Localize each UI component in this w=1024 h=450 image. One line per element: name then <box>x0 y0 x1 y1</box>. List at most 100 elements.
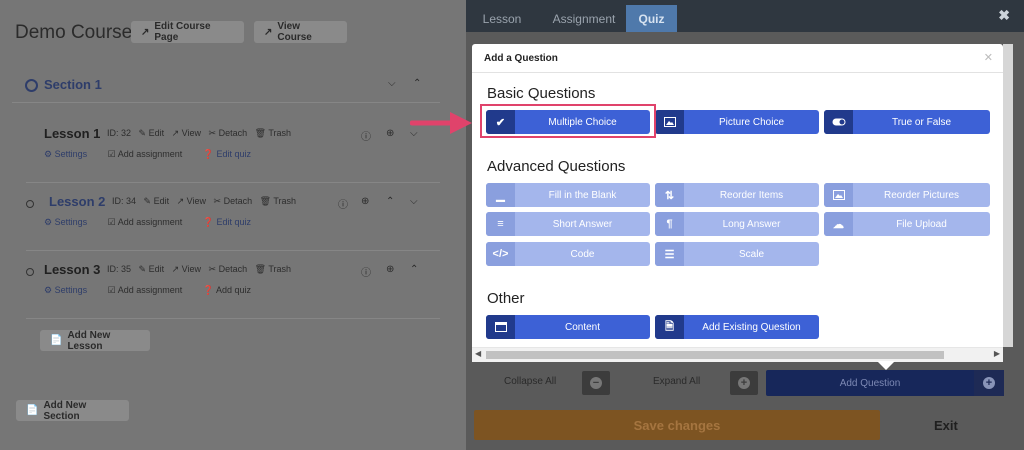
move-icon[interactable]: ⊕ <box>386 264 394 275</box>
chevron-up-icon[interactable]: ⌃ <box>413 78 421 89</box>
content-button[interactable]: Content <box>486 315 650 339</box>
course-outline-panel: Demo Course ↗ Edit Course Page ↗ View Co… <box>0 0 466 450</box>
scroll-left-icon[interactable]: ◀ <box>475 349 481 358</box>
basic-questions-heading: Basic Questions <box>487 85 596 102</box>
edit-link[interactable]: ✎ Edit <box>144 196 170 206</box>
add-existing-question-button[interactable]: 🗎 Add Existing Question <box>655 315 819 339</box>
quiz-link[interactable]: ❓ Edit quiz <box>203 149 260 159</box>
section-title: Section 1 <box>44 77 102 92</box>
edit-link[interactable]: ✎ Edit <box>139 128 165 138</box>
cloud-upload-icon: ☁ <box>824 212 853 236</box>
add-new-section-button[interactable]: 📄 Add New Section <box>16 400 129 422</box>
horizontal-scrollbar[interactable]: ◀ ▶ <box>472 347 1003 362</box>
scrollbar-thumb[interactable] <box>486 351 944 359</box>
scroll-right-icon[interactable]: ▶ <box>994 349 1000 358</box>
expand-all-label[interactable]: Expand All <box>653 376 700 387</box>
image-icon <box>824 183 853 207</box>
sliders-icon: ☰ <box>655 242 684 266</box>
chevron-up-icon[interactable]: ⌃ <box>410 264 418 275</box>
pointer-arrow-icon <box>410 112 472 134</box>
collapse-all-button[interactable]: − <box>582 371 610 395</box>
add-new-lesson-button[interactable]: 📄 Add New Lesson <box>40 330 150 352</box>
section-row[interactable]: Section 1 ⌵ ⌃ <box>12 68 440 103</box>
chevron-down-icon[interactable]: ⌵ <box>410 196 418 207</box>
question-controls: Collapse All − Expand All + Add Question… <box>466 370 1024 396</box>
external-link-icon: ↗ <box>264 26 273 38</box>
external-link-icon: ↗ <box>141 26 150 38</box>
move-icon[interactable]: ⊕ <box>386 128 394 139</box>
image-icon <box>655 110 684 134</box>
blank-line-icon: ▁ <box>486 183 515 207</box>
tab-lesson[interactable]: Lesson <box>474 5 530 32</box>
quiz-link[interactable]: ❓ Edit quiz <box>203 217 260 227</box>
lesson-row[interactable]: Lesson 3 ID: 35 ✎ Edit ↗ View ✂ Detach 🗑… <box>26 258 440 319</box>
advanced-questions-heading: Advanced Questions <box>487 158 626 175</box>
lesson-sub-links: ⚙ Settings ☑ Add assignment ❓ Edit quiz <box>44 149 269 160</box>
move-icon[interactable]: ⊕ <box>361 196 369 207</box>
lesson-meta: ID: 35 ✎ Edit ↗ View ✂ Detach 🗑 Trash <box>107 264 292 274</box>
plus-icon: + <box>738 377 750 389</box>
vertical-scrollbar[interactable] <box>1003 44 1013 347</box>
close-icon[interactable]: ✕ <box>984 51 993 64</box>
trash-link[interactable]: 🗑 Trash <box>255 128 291 138</box>
save-changes-button[interactable]: Save changes <box>474 410 880 440</box>
edit-course-page-button[interactable]: ↗ Edit Course Page <box>131 21 244 43</box>
exit-button[interactable]: Exit <box>934 418 958 433</box>
modal-pointer <box>877 361 895 370</box>
lesson-row[interactable]: Lesson 1 ID: 32 ✎ Edit ↗ View ✂ Detach 🗑… <box>26 122 440 183</box>
info-icon[interactable]: ⓘ <box>361 264 371 279</box>
add-assignment-link[interactable]: ☑ Add assignment <box>108 217 192 227</box>
picture-choice-button[interactable]: Picture Choice <box>655 110 819 134</box>
toggle-icon <box>824 110 853 134</box>
collapse-all-label[interactable]: Collapse All <box>504 376 556 387</box>
info-icon[interactable]: ⓘ <box>361 128 371 143</box>
text-lines-icon: ≡ <box>486 212 515 236</box>
reorder-pictures-button[interactable]: Reorder Pictures <box>824 183 990 207</box>
modal-header: Add a Question ✕ <box>472 44 1003 73</box>
add-assignment-link[interactable]: ☑ Add assignment <box>108 285 192 295</box>
tab-bar: Lesson Assignment Quiz ✖ <box>466 0 1024 32</box>
view-link[interactable]: ↗ View <box>172 264 201 274</box>
quiz-link[interactable]: ❓ Add quiz <box>203 285 260 295</box>
document-icon: 📄 <box>50 335 63 346</box>
detach-link[interactable]: ✂ Detach <box>209 264 248 274</box>
add-question-modal: Add a Question ✕ Basic Questions ✔ Multi… <box>472 44 1003 362</box>
info-icon[interactable]: ⓘ <box>338 196 348 211</box>
modal-title: Add a Question <box>484 53 558 64</box>
tab-assignment[interactable]: Assignment <box>540 5 628 32</box>
chevron-down-icon[interactable]: ⌵ <box>388 78 396 89</box>
paragraph-icon: ¶ <box>655 212 684 236</box>
file-upload-button[interactable]: ☁ File Upload <box>824 212 990 236</box>
true-or-false-button[interactable]: True or False <box>824 110 990 134</box>
tab-quiz[interactable]: Quiz <box>626 5 677 32</box>
chevron-up-icon[interactable]: ⌃ <box>386 196 394 207</box>
lesson-row[interactable]: Lesson 2 ID: 34 ✎ Edit ↗ View ✂ Detach 🗑… <box>26 190 440 251</box>
lesson-sub-links: ⚙ Settings ☑ Add assignment ❓ Edit quiz <box>44 217 269 228</box>
window-icon <box>486 315 515 339</box>
add-assignment-link[interactable]: ☑ Add assignment <box>108 149 192 159</box>
short-answer-button[interactable]: ≡ Short Answer <box>486 212 650 236</box>
expand-all-button[interactable]: + <box>730 371 758 395</box>
close-icon[interactable]: ✖ <box>998 7 1010 24</box>
trash-link[interactable]: 🗑 Trash <box>260 196 296 206</box>
settings-link[interactable]: ⚙ Settings <box>44 149 96 159</box>
trash-link[interactable]: 🗑 Trash <box>255 264 291 274</box>
minus-icon: − <box>590 377 602 389</box>
other-heading: Other <box>487 290 525 307</box>
view-link[interactable]: ↗ View <box>172 128 201 138</box>
add-question-plus-button[interactable]: + <box>974 370 1004 396</box>
view-link[interactable]: ↗ View <box>177 196 206 206</box>
reorder-items-button[interactable]: ⇅ Reorder Items <box>655 183 819 207</box>
settings-link[interactable]: ⚙ Settings <box>44 217 96 227</box>
edit-link[interactable]: ✎ Edit <box>139 264 165 274</box>
highlight-box <box>480 104 656 138</box>
scale-button[interactable]: ☰ Scale <box>655 242 819 266</box>
detach-link[interactable]: ✂ Detach <box>214 196 253 206</box>
code-button[interactable]: </> Code <box>486 242 650 266</box>
long-answer-button[interactable]: ¶ Long Answer <box>655 212 819 236</box>
detach-link[interactable]: ✂ Detach <box>209 128 248 138</box>
add-question-button[interactable]: Add Question <box>766 370 974 396</box>
view-course-button[interactable]: ↗ View Course <box>254 21 347 43</box>
fill-in-the-blank-button[interactable]: ▁ Fill in the Blank <box>486 183 650 207</box>
settings-link[interactable]: ⚙ Settings <box>44 285 96 295</box>
